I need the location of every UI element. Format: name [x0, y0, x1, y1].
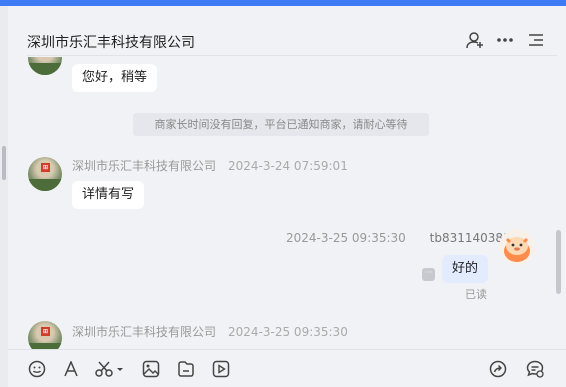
add-person-icon[interactable]	[465, 30, 485, 50]
left-scroll-strip	[0, 6, 8, 387]
timestamp: 2024-3-24 07:59:01	[228, 159, 348, 173]
font-icon[interactable]	[61, 359, 81, 379]
file-icon[interactable]	[176, 359, 196, 379]
user-avatar[interactable]	[499, 229, 535, 265]
scissors-icon[interactable]	[94, 359, 124, 379]
merchant-avatar[interactable]: ⊞	[28, 321, 62, 349]
merchant-avatar[interactable]	[28, 57, 62, 75]
more-icon[interactable]	[495, 30, 515, 50]
timestamp: 2024-3-25 09:35:30	[286, 231, 406, 245]
share-icon[interactable]	[488, 359, 508, 379]
input-toolbar	[8, 349, 566, 387]
video-icon[interactable]	[211, 359, 231, 379]
chat-settings-icon[interactable]	[525, 359, 545, 379]
message-meta: 2024-3-25 09:35:30 tb831140381	[286, 231, 511, 245]
chat-scrollbar[interactable]	[556, 230, 562, 294]
chat-title: 深圳市乐汇丰科技有限公司	[27, 35, 195, 51]
sender-name: 深圳市乐汇丰科技有限公司	[72, 159, 217, 173]
message-bubble: 您好，稍等	[72, 64, 158, 92]
message-meta: 深圳市乐汇丰科技有限公司 2024-3-25 09:35:30	[72, 323, 348, 340]
chat-scroll-thumb[interactable]	[556, 230, 561, 294]
timestamp: 2024-3-25 09:35:30	[228, 325, 348, 339]
left-scroll-thumb[interactable]	[2, 146, 6, 180]
read-status: 已读	[465, 288, 487, 301]
chat-header: 深圳市乐汇丰科技有限公司	[8, 6, 566, 56]
message-list[interactable]: 您好，稍等 商家长时间没有回复，平台已通知商家，请耐心等待 ⊞ 深圳市乐汇丰科技…	[8, 57, 556, 349]
sender-name: 深圳市乐汇丰科技有限公司	[72, 325, 217, 339]
message-actions-icon[interactable]: ···	[422, 268, 435, 281]
message-meta: 深圳市乐汇丰科技有限公司 2024-3-24 07:59:01	[72, 157, 348, 174]
image-icon[interactable]	[141, 359, 161, 379]
merchant-avatar[interactable]: ⊞	[28, 157, 62, 191]
emoji-icon[interactable]	[27, 359, 47, 379]
system-notice: 商家长时间没有回复，平台已通知商家，请耐心等待	[133, 113, 429, 136]
header-divider	[27, 55, 557, 56]
list-icon[interactable]	[526, 30, 546, 50]
message-bubble: 详情有写	[72, 181, 145, 209]
message-bubble-mine: 好的	[442, 255, 489, 283]
